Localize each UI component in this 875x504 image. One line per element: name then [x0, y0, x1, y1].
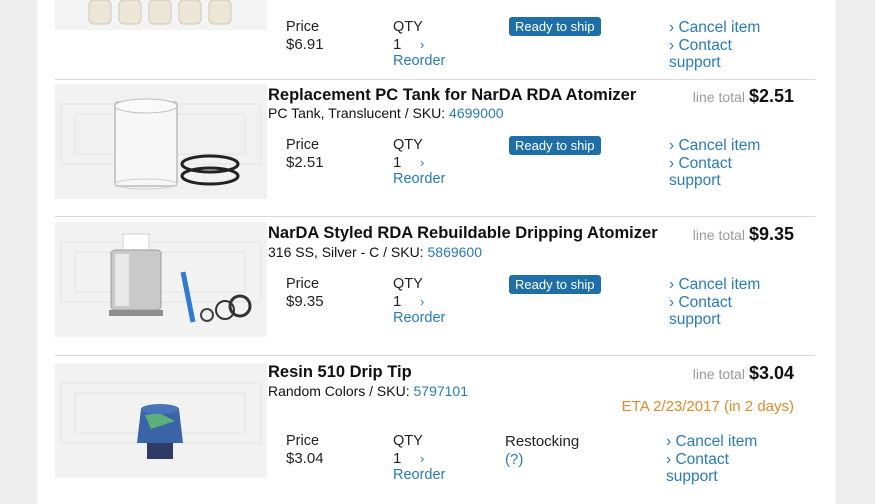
- item-actions: › Cancel item › Contact support: [669, 19, 760, 72]
- qty-label: QTY: [393, 276, 423, 292]
- reorder-link[interactable]: Reorder: [393, 171, 445, 187]
- cancel-item-link[interactable]: › Cancel item: [669, 19, 760, 37]
- qty-value: 1: [393, 36, 402, 53]
- status-badge: Ready to ship: [509, 136, 601, 155]
- line-total-amount: $2.51: [748, 86, 794, 106]
- chevron-right-icon[interactable]: ›: [420, 451, 424, 466]
- product-variant: Random Colors / SKU: 5797101: [268, 383, 468, 399]
- qty-value: 1: [393, 154, 402, 171]
- price-label: Price: [286, 19, 320, 35]
- qty-label: QTY: [393, 19, 423, 35]
- qty-value: 1: [393, 293, 402, 310]
- price-label: Price: [286, 433, 320, 449]
- variant-text: Random Colors / SKU:: [268, 383, 414, 399]
- support-link[interactable]: support: [669, 172, 760, 190]
- line-total-label: line total: [692, 227, 745, 243]
- contact-link[interactable]: › Contact: [666, 451, 757, 469]
- chevron-right-icon[interactable]: ›: [420, 155, 424, 170]
- item-actions: › Cancel item › Contact support: [669, 137, 760, 190]
- price-value: $6.91: [286, 36, 324, 53]
- product-title[interactable]: NarDA Styled RDA Rebuildable Dripping At…: [268, 224, 658, 243]
- line-total-amount: $9.35: [748, 224, 794, 244]
- atomizer-illustration: [55, 222, 267, 337]
- restocking-status: Restocking: [505, 433, 580, 450]
- line-total-amount: $3.04: [748, 363, 794, 383]
- sku-link[interactable]: 5797101: [414, 383, 469, 399]
- drip-tip-illustration: [55, 363, 267, 478]
- eta-text: ETA 2/23/2017 (in 2 days): [621, 398, 794, 415]
- support-link[interactable]: support: [666, 468, 757, 486]
- cancel-item-link[interactable]: › Cancel item: [669, 276, 760, 294]
- chevron-right-icon[interactable]: ›: [420, 294, 424, 309]
- price-value: $9.35: [286, 293, 324, 310]
- product-title[interactable]: Resin 510 Drip Tip: [268, 363, 412, 382]
- product-variant: 316 SS, Silver - C / SKU: 5869600: [268, 244, 482, 260]
- restocking-help-link[interactable]: (?): [505, 451, 523, 468]
- status-badge: Ready to ship: [509, 275, 601, 294]
- product-title[interactable]: Replacement PC Tank for NarDA RDA Atomiz…: [268, 86, 636, 105]
- bottles-illustration: [55, 0, 267, 30]
- qty-label: QTY: [393, 433, 423, 449]
- line-total: line total $3.04: [693, 363, 794, 384]
- item-divider: [55, 355, 815, 356]
- price-label: Price: [286, 276, 320, 292]
- cancel-item-link[interactable]: › Cancel item: [666, 433, 757, 451]
- item-divider: [55, 216, 815, 217]
- line-total-label: line total: [692, 89, 745, 105]
- item-actions: › Cancel item › Contact support: [669, 276, 760, 329]
- contact-link[interactable]: › Contact: [669, 37, 760, 55]
- item-divider: [55, 79, 815, 80]
- support-link[interactable]: support: [669, 54, 760, 72]
- variant-text: PC Tank, Translucent / SKU:: [268, 105, 450, 121]
- product-variant: PC Tank, Translucent / SKU: 4699000: [268, 105, 504, 121]
- price-value: $3.04: [286, 450, 324, 467]
- variant-text: 316 SS, Silver - C / SKU:: [268, 244, 428, 260]
- cancel-item-link[interactable]: › Cancel item: [669, 137, 760, 155]
- item-actions: › Cancel item › Contact support: [666, 433, 757, 486]
- price-value: $2.51: [286, 154, 324, 171]
- contact-link[interactable]: › Contact: [669, 155, 760, 173]
- reorder-link[interactable]: Reorder: [393, 310, 445, 326]
- contact-link[interactable]: › Contact: [669, 294, 760, 312]
- reorder-link[interactable]: Reorder: [393, 53, 445, 69]
- product-image-rda-atomizer[interactable]: [55, 222, 267, 337]
- pc-tank-illustration: [55, 84, 267, 199]
- sku-link[interactable]: 5869600: [428, 244, 483, 260]
- price-label: Price: [286, 137, 320, 153]
- status-badge: Ready to ship: [509, 17, 601, 36]
- qty-value: 1: [393, 450, 402, 467]
- line-total-label: line total: [692, 366, 745, 382]
- product-image-bottles[interactable]: [55, 0, 267, 30]
- line-total: line total $2.51: [693, 86, 794, 107]
- product-image-pc-tank[interactable]: [55, 84, 267, 199]
- chevron-right-icon[interactable]: ›: [420, 37, 424, 52]
- support-link[interactable]: support: [669, 311, 760, 329]
- qty-label: QTY: [393, 137, 423, 153]
- sku-link[interactable]: 4699000: [449, 105, 504, 121]
- line-total: line total $9.35: [693, 224, 794, 245]
- reorder-link[interactable]: Reorder: [393, 467, 445, 483]
- product-image-drip-tip[interactable]: [55, 363, 267, 478]
- order-items-panel: Price $6.91 QTY 1 › Reorder Ready to shi…: [37, 0, 836, 504]
